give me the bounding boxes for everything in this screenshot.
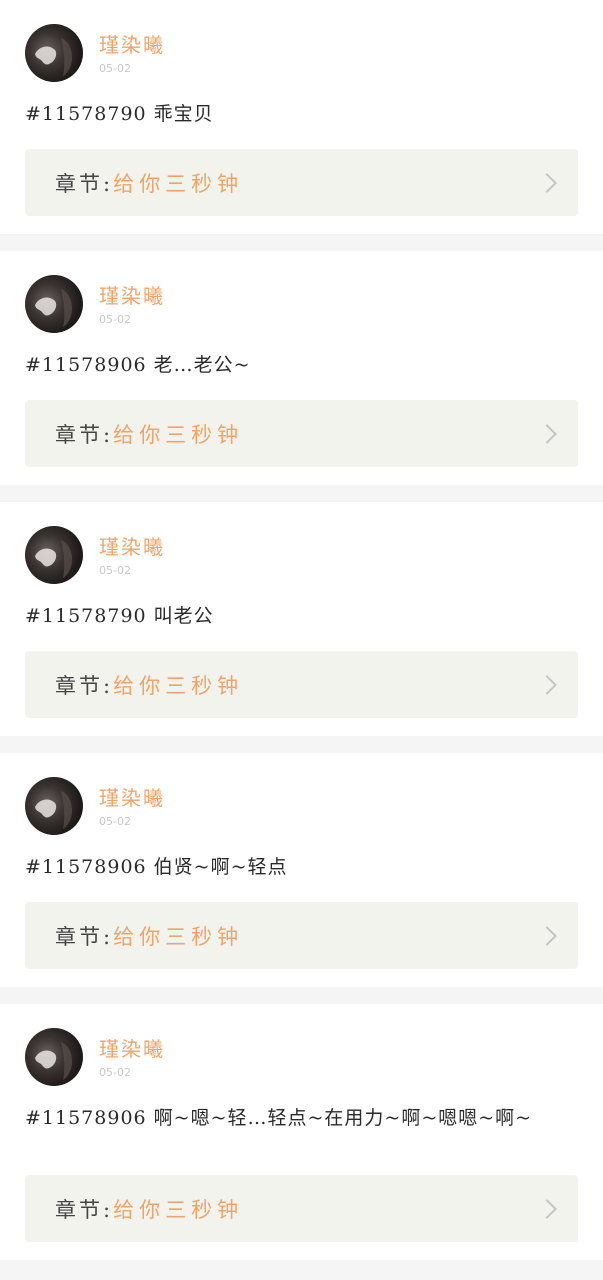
comment-card: 瑾染曦 05-02 #11578906 伯贤~啊~轻点 章节: 给你三秒钟 (0, 753, 603, 987)
avatar[interactable] (25, 777, 83, 835)
comment-header: 瑾染曦 05-02 (25, 502, 578, 588)
comment-header: 瑾染曦 05-02 (25, 0, 578, 86)
chapter-title: 给你三秒钟 (113, 422, 244, 447)
chapter-prefix: 章节: (55, 673, 114, 698)
avatar[interactable] (25, 1028, 83, 1086)
chapter-prefix: 章节: (55, 422, 114, 447)
username[interactable]: 瑾染曦 (99, 531, 165, 560)
avatar[interactable] (25, 526, 83, 584)
comment-feed: 瑾染曦 05-02 #11578790 乖宝贝 章节: 给你三秒钟 瑾染曦 05… (0, 0, 603, 1260)
comment-card: 瑾染曦 05-02 #11578790 乖宝贝 章节: 给你三秒钟 (0, 0, 603, 234)
chevron-right-icon (537, 423, 557, 444)
chapter-link[interactable]: 章节: 给你三秒钟 (25, 1175, 578, 1242)
comment-text: #11578906 伯贤~啊~轻点 (25, 856, 288, 878)
chapter-link[interactable]: 章节: 给你三秒钟 (25, 651, 578, 718)
chapter-link[interactable]: 章节: 给你三秒钟 (25, 400, 578, 467)
timestamp: 05-02 (99, 1066, 131, 1079)
comment-text: #11578906 啊~嗯~轻…轻点~在用力~啊~嗯嗯~啊~ (25, 1107, 533, 1129)
chevron-right-icon (537, 172, 557, 193)
chevron-right-icon (537, 674, 557, 695)
timestamp: 05-02 (99, 313, 131, 326)
chapter-prefix: 章节: (55, 924, 114, 949)
comment-text: #11578906 老…老公~ (25, 354, 251, 376)
chevron-right-icon (537, 1198, 557, 1219)
timestamp: 05-02 (99, 62, 131, 75)
chapter-title: 给你三秒钟 (113, 924, 244, 949)
chapter-title: 给你三秒钟 (113, 673, 244, 698)
comment-card: 瑾染曦 05-02 #11578906 老…老公~ 章节: 给你三秒钟 (0, 251, 603, 485)
chapter-title: 给你三秒钟 (113, 171, 244, 196)
comment-card: 瑾染曦 05-02 #11578906 啊~嗯~轻…轻点~在用力~啊~嗯嗯~啊~… (0, 1004, 603, 1260)
chapter-title: 给你三秒钟 (113, 1197, 244, 1222)
username[interactable]: 瑾染曦 (99, 280, 165, 309)
chapter-prefix: 章节: (55, 1197, 114, 1222)
comment-header: 瑾染曦 05-02 (25, 1004, 578, 1090)
comment-text: #11578790 叫老公 (25, 605, 214, 627)
comment-card: 瑾染曦 05-02 #11578790 叫老公 章节: 给你三秒钟 (0, 502, 603, 736)
chevron-right-icon (537, 925, 557, 946)
username[interactable]: 瑾染曦 (99, 782, 165, 811)
chapter-link[interactable]: 章节: 给你三秒钟 (25, 149, 578, 216)
timestamp: 05-02 (99, 815, 131, 828)
chapter-prefix: 章节: (55, 171, 114, 196)
avatar[interactable] (25, 24, 83, 82)
comment-header: 瑾染曦 05-02 (25, 753, 578, 839)
username[interactable]: 瑾染曦 (99, 29, 165, 58)
chapter-link[interactable]: 章节: 给你三秒钟 (25, 902, 578, 969)
avatar[interactable] (25, 275, 83, 333)
username[interactable]: 瑾染曦 (99, 1033, 165, 1062)
timestamp: 05-02 (99, 564, 131, 577)
comment-text: #11578790 乖宝贝 (25, 103, 214, 125)
comment-header: 瑾染曦 05-02 (25, 251, 578, 337)
